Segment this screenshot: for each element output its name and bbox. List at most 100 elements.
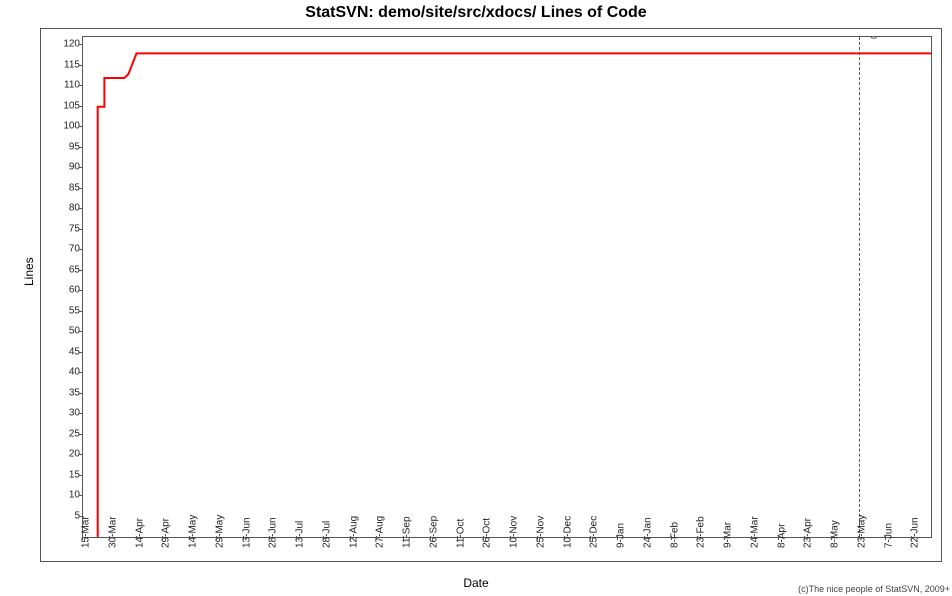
x-tick-mark — [82, 536, 83, 540]
x-tick-mark — [831, 536, 832, 540]
x-tick-label: 10-Dec — [562, 516, 573, 548]
x-tick-mark — [323, 536, 324, 540]
y-tick-mark — [79, 85, 83, 86]
x-tick-mark — [162, 536, 163, 540]
x-tick-label: 30-Mar — [107, 516, 118, 548]
chart-container: StatSVN: demo/site/src/xdocs/ Lines of C… — [0, 0, 952, 596]
y-tick-mark — [79, 372, 83, 373]
x-tick-mark — [243, 536, 244, 540]
y-tick-label: 95 — [52, 141, 80, 152]
x-tick-label: 8-Feb — [669, 522, 680, 548]
y-tick-mark — [79, 393, 83, 394]
chart-title: StatSVN: demo/site/src/xdocs/ Lines of C… — [0, 4, 952, 22]
credit-text: (c)The nice people of StatSVN, 2009+ — [798, 584, 950, 594]
x-tick-label: 14-Apr — [134, 518, 145, 548]
y-tick-mark — [79, 331, 83, 332]
x-tick-label: 11-Sep — [402, 516, 413, 548]
x-tick-label: 26-Oct — [482, 518, 493, 548]
y-tick-label: 30 — [52, 408, 80, 419]
y-tick-label: 5 — [52, 510, 80, 521]
y-tick-label: 75 — [52, 223, 80, 234]
y-tick-label: 110 — [52, 80, 80, 91]
y-tick-mark — [79, 167, 83, 168]
y-tick-label: 100 — [52, 121, 80, 132]
y-tick-mark — [79, 208, 83, 209]
y-tick-mark — [79, 65, 83, 66]
y-tick-label: 105 — [52, 100, 80, 111]
y-tick-mark — [79, 126, 83, 127]
y-tick-mark — [79, 106, 83, 107]
x-tick-label: 29-May — [214, 515, 225, 548]
x-tick-label: 27-Aug — [375, 516, 386, 548]
x-tick-mark — [296, 536, 297, 540]
y-tick-mark — [79, 270, 83, 271]
x-tick-mark — [109, 536, 110, 540]
x-tick-label: 25-Nov — [535, 516, 546, 548]
plot-area: 0.4.0 — [82, 36, 932, 538]
release-marker — [859, 37, 860, 537]
x-tick-mark — [858, 536, 859, 540]
x-tick-label: 23-May — [856, 515, 867, 548]
y-tick-label: 85 — [52, 182, 80, 193]
y-tick-label: 115 — [52, 59, 80, 70]
y-tick-mark — [79, 475, 83, 476]
y-tick-mark — [79, 495, 83, 496]
x-tick-mark — [911, 536, 912, 540]
x-tick-mark — [376, 536, 377, 540]
y-tick-label: 80 — [52, 203, 80, 214]
y-axis-label: Lines — [22, 257, 36, 286]
x-tick-label: 23-Feb — [696, 516, 707, 548]
y-tick-mark — [79, 44, 83, 45]
x-tick-mark — [136, 536, 137, 540]
x-tick-mark — [885, 536, 886, 540]
x-tick-mark — [430, 536, 431, 540]
x-tick-mark — [590, 536, 591, 540]
x-tick-mark — [269, 536, 270, 540]
y-tick-mark — [79, 454, 83, 455]
x-tick-mark — [804, 536, 805, 540]
x-tick-mark — [644, 536, 645, 540]
x-tick-mark — [403, 536, 404, 540]
y-tick-mark — [79, 147, 83, 148]
y-tick-mark — [79, 290, 83, 291]
y-tick-label: 50 — [52, 326, 80, 337]
x-tick-mark — [724, 536, 725, 540]
y-tick-label: 40 — [52, 367, 80, 378]
y-tick-label: 60 — [52, 285, 80, 296]
x-tick-label: 13-Jul — [295, 521, 306, 548]
x-tick-label: 12-Aug — [348, 516, 359, 548]
x-tick-label: 25-Dec — [589, 516, 600, 548]
y-tick-mark — [79, 434, 83, 435]
y-tick-label: 90 — [52, 162, 80, 173]
x-tick-label: 8-May — [830, 520, 841, 548]
x-tick-mark — [778, 536, 779, 540]
x-tick-mark — [457, 536, 458, 540]
y-tick-label: 65 — [52, 264, 80, 275]
x-tick-label: 26-Sep — [428, 516, 439, 548]
x-tick-label: 15-Mar — [81, 516, 92, 548]
x-tick-label: 10-Nov — [509, 516, 520, 548]
x-tick-label: 14-May — [188, 515, 199, 548]
x-tick-mark — [564, 536, 565, 540]
x-tick-label: 23-Apr — [803, 518, 814, 548]
release-marker-label: 0.4.0 — [869, 36, 879, 39]
x-tick-label: 9-Mar — [723, 522, 734, 548]
y-tick-mark — [79, 413, 83, 414]
x-tick-label: 28-Jun — [268, 517, 279, 548]
y-tick-label: 20 — [52, 449, 80, 460]
x-tick-mark — [216, 536, 217, 540]
y-tick-mark — [79, 311, 83, 312]
x-tick-label: 13-Jun — [241, 517, 252, 548]
x-tick-mark — [617, 536, 618, 540]
y-tick-label: 70 — [52, 244, 80, 255]
x-tick-mark — [510, 536, 511, 540]
y-tick-mark — [79, 229, 83, 230]
x-tick-mark — [483, 536, 484, 540]
x-tick-mark — [189, 536, 190, 540]
x-tick-mark — [671, 536, 672, 540]
y-tick-label: 45 — [52, 346, 80, 357]
y-tick-label: 35 — [52, 387, 80, 398]
x-tick-mark — [537, 536, 538, 540]
y-tick-label: 10 — [52, 490, 80, 501]
series-line — [83, 37, 931, 537]
